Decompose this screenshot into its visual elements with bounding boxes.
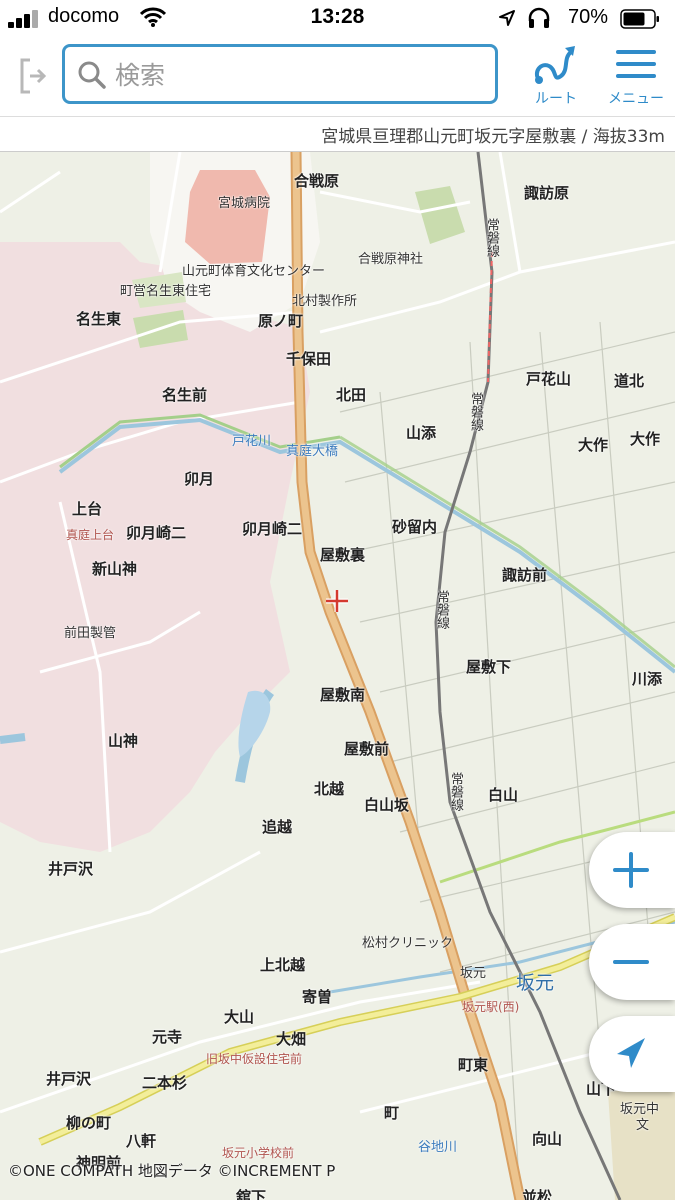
map-label: 屋敷裏 <box>320 546 366 564</box>
map-label: 井戸沢 <box>48 860 94 878</box>
map-label: 向山 <box>532 1130 563 1148</box>
map-label: 常磐線 <box>434 590 449 629</box>
map-label: 谷地川 <box>418 1140 458 1155</box>
route-button[interactable]: ルート <box>524 42 588 114</box>
location-services-icon <box>499 10 515 26</box>
map-label: 寄曽 <box>302 988 333 1006</box>
map-label: 川添 <box>632 670 663 688</box>
map-label: 名生前 <box>162 386 208 404</box>
map-label: 大畑 <box>276 1030 307 1048</box>
map-label: 井戸沢 <box>46 1070 92 1088</box>
map-label: 卯月崎二 <box>242 520 303 538</box>
map-label: 戸花山 <box>526 370 572 388</box>
map-label: 八軒 <box>126 1132 157 1150</box>
map-label: 坂元 <box>516 972 555 994</box>
map-label: 屋敷下 <box>466 658 512 676</box>
map-label: 松村クリニック <box>362 936 454 951</box>
menu-label: メニュー <box>608 91 664 107</box>
headphones-icon <box>528 7 550 28</box>
map-label: 戸花川 <box>232 434 272 449</box>
map-label: 北越 <box>314 780 345 798</box>
toolbar: ルート メニュー <box>0 38 675 116</box>
zoom-in-button[interactable] <box>589 832 675 908</box>
map-label: 坂元駅(西) <box>462 1000 520 1014</box>
map-label: 舘下 <box>236 1188 267 1200</box>
map-label: 山添 <box>406 424 437 442</box>
map-label: 砂留内 <box>392 518 438 536</box>
map-label: 北田 <box>336 386 367 404</box>
locate-button[interactable] <box>589 1016 675 1092</box>
map-label: 追越 <box>262 818 293 836</box>
map-label: 真庭大橋 <box>286 444 339 459</box>
route-icon <box>534 46 575 84</box>
search-box[interactable] <box>62 44 498 104</box>
search-icon <box>78 61 106 89</box>
status-bar: docomo 13:28 70% <box>0 0 675 38</box>
map-label: 二本杉 <box>142 1074 188 1092</box>
map-label: 卯月崎二 <box>126 524 187 542</box>
map-label: 坂元小学校前 <box>222 1146 295 1160</box>
map-label: 上北越 <box>260 956 306 974</box>
map-label: 諏訪前 <box>502 566 548 584</box>
address-bar: 宮城県亘理郡山元町坂元字屋敷裏 / 海抜33m <box>0 116 675 152</box>
map-label: 町 <box>384 1104 400 1122</box>
map-label: 前田製管 <box>64 626 117 641</box>
map-label: 旧坂中仮設住宅前 <box>206 1052 303 1066</box>
hospital-building <box>185 170 270 264</box>
map-label: 元寺 <box>152 1028 183 1046</box>
map-label: 大作 <box>578 436 609 454</box>
map-label: 山元町体育文化センター <box>182 264 326 279</box>
map-label: 原ノ町 <box>258 312 304 330</box>
map-label: 並松 <box>522 1188 553 1200</box>
battery-icon <box>620 9 659 29</box>
map-label: 上台 <box>72 500 103 518</box>
map-label: 北村製作所 <box>292 294 358 309</box>
map-label: 諏訪原 <box>524 184 570 202</box>
map-copyright: ©ONE COMPATH 地図データ ©INCREMENT P <box>8 1162 336 1180</box>
map-label: 新山神 <box>92 560 138 578</box>
search-input[interactable] <box>113 55 487 95</box>
minus-icon <box>613 960 649 964</box>
map-label: 坂元 <box>460 966 487 981</box>
location-arrow-icon <box>617 1038 645 1068</box>
map-label: 山神 <box>108 732 139 750</box>
map-label: 白山坂 <box>364 796 410 814</box>
map-label: 大作 <box>630 430 661 448</box>
map-view[interactable]: 合戦原 諏訪原 宮城病院 合戦原神社 山元町体育文化センター 町営名生東住宅 北… <box>0 152 675 1200</box>
route-label: ルート <box>535 91 577 107</box>
map-label: 卯月 <box>184 470 215 488</box>
map-label: 文 <box>636 1118 650 1133</box>
map-label: 大山 <box>224 1008 255 1026</box>
map-label: 屋敷南 <box>320 686 366 704</box>
map-label: 町営名生東住宅 <box>120 284 212 299</box>
map-label: 屋敷前 <box>344 740 390 758</box>
map-label: 常磐線 <box>484 218 499 257</box>
menu-icon <box>616 50 656 78</box>
map-label: 名生東 <box>76 310 122 328</box>
map-label: 柳の町 <box>66 1114 112 1132</box>
exit-icon[interactable] <box>18 56 50 96</box>
map-label: 合戦原神社 <box>358 252 424 267</box>
battery-percent: 70% <box>568 6 609 28</box>
menu-button[interactable]: メニュー <box>603 42 669 114</box>
address-text: 宮城県亘理郡山元町坂元字屋敷裏 / 海抜33m <box>321 127 665 147</box>
map-label: 道北 <box>614 372 645 390</box>
map-label: 合戦原 <box>294 172 340 190</box>
plus-icon <box>613 852 649 888</box>
zoom-out-button[interactable] <box>589 924 675 1000</box>
map-label: 真庭上台 <box>66 528 115 542</box>
map-label: 常磐線 <box>448 772 463 811</box>
map-label: 宮城病院 <box>218 196 271 211</box>
map-label: 白山 <box>488 786 519 804</box>
map-label: 町東 <box>458 1056 489 1074</box>
map-label: 常磐線 <box>468 392 483 431</box>
map-label: 千保田 <box>286 350 332 368</box>
